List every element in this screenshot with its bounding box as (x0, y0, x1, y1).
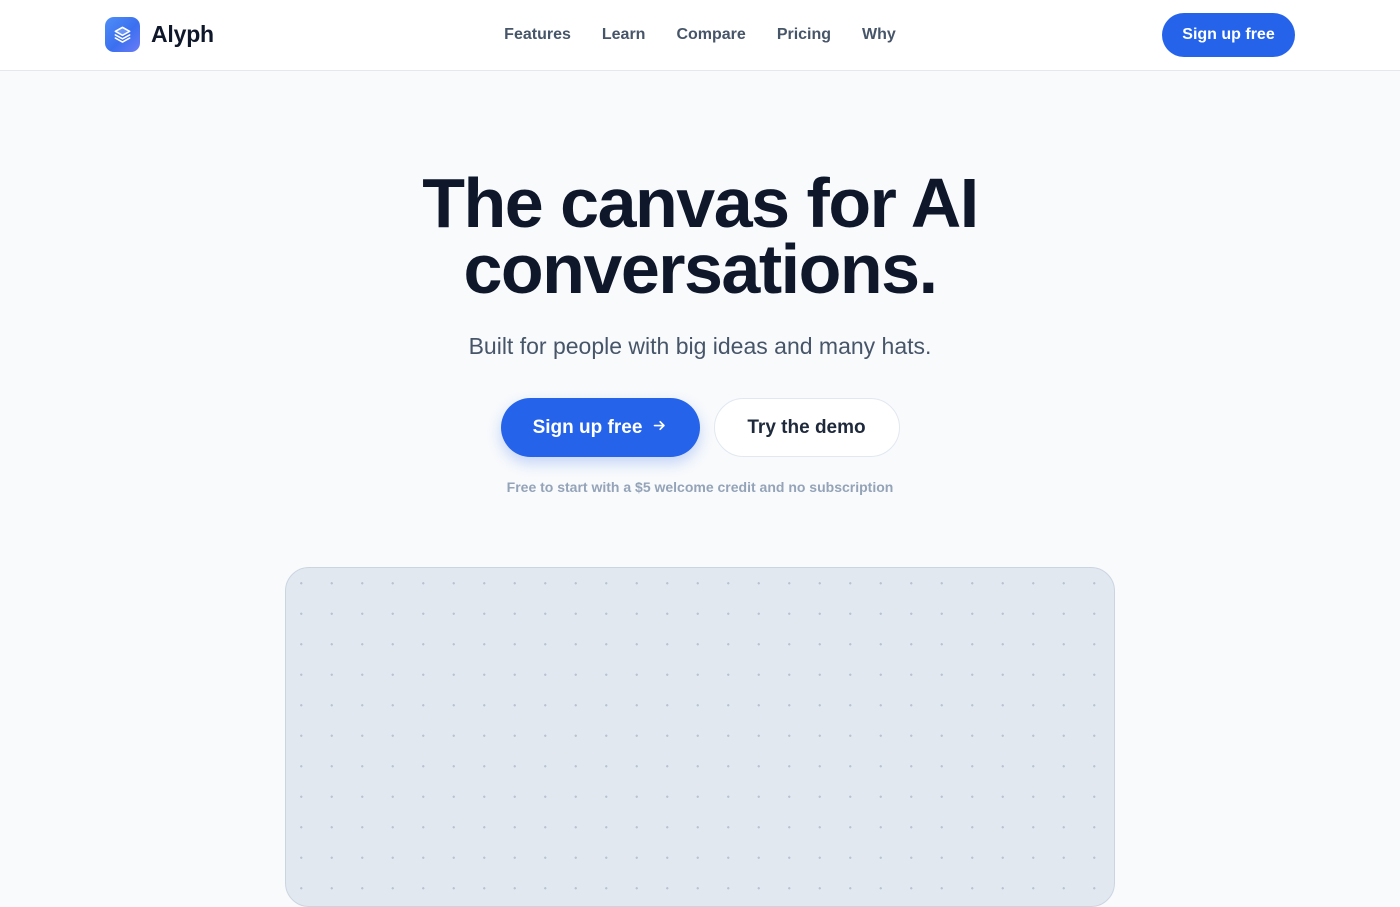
hero-signup-button[interactable]: Sign up free (500, 398, 700, 457)
nav-link-why[interactable]: Why (862, 26, 896, 44)
hero-subtitle: Built for people with big ideas and many… (468, 333, 932, 359)
nav-link-pricing[interactable]: Pricing (777, 26, 831, 44)
canvas-preview (285, 567, 1115, 907)
brand-name: Alyph (151, 21, 214, 47)
pricing-note: Free to start with a $5 welcome credit a… (506, 479, 894, 495)
hero-title: The canvas for AI conversations. (300, 168, 1100, 304)
top-navbar: Alyph Features Learn Compare Pricing Why… (0, 0, 1400, 71)
hero-cta-group: Sign up free Try the demo (0, 398, 1400, 457)
nav-link-compare[interactable]: Compare (676, 26, 745, 44)
layers-icon (105, 17, 140, 52)
nav-link-learn[interactable]: Learn (602, 26, 646, 44)
arrow-right-icon (652, 417, 667, 439)
try-demo-button[interactable]: Try the demo (713, 398, 900, 457)
header-signup-button[interactable]: Sign up free (1162, 13, 1295, 57)
hero-title-line-2: conversations. (463, 230, 938, 308)
nav-link-features[interactable]: Features (504, 26, 571, 44)
hero-signup-label: Sign up free (532, 416, 643, 438)
brand-home-link[interactable]: Alyph (105, 17, 214, 52)
